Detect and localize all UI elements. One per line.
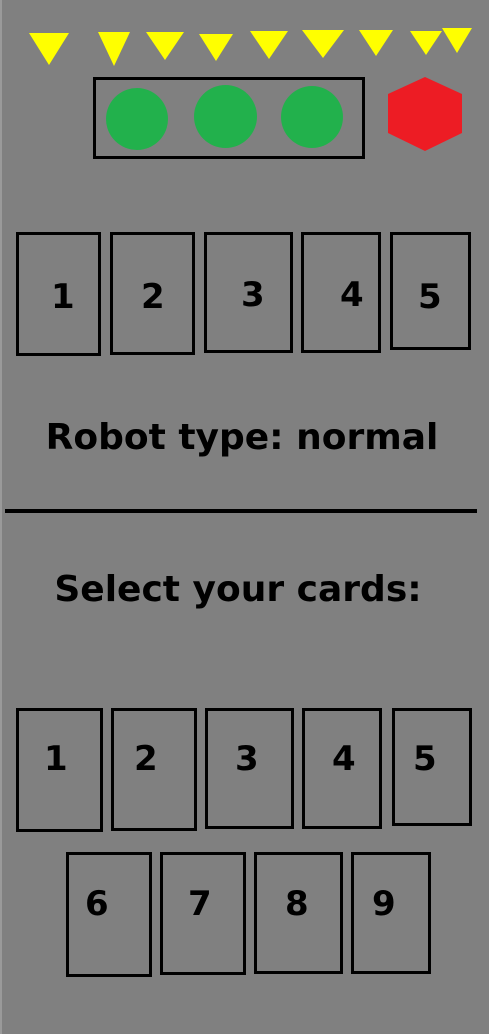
life-token-icon	[281, 86, 343, 148]
hand-card-9[interactable]: 9	[351, 852, 431, 974]
program-slot-number: 5	[418, 277, 442, 317]
hand-card-number: 8	[285, 884, 309, 924]
hand-card-2[interactable]: 2	[111, 708, 197, 831]
energy-triangle-icon	[146, 32, 184, 60]
hand-card-1[interactable]: 1	[16, 708, 103, 832]
hand-card-number: 5	[413, 739, 437, 779]
energy-triangle-icon	[98, 32, 130, 66]
energy-triangle-icon	[442, 28, 472, 53]
section-divider	[5, 509, 477, 513]
hand-card-number: 7	[188, 884, 212, 924]
hand-card-5[interactable]: 5	[392, 708, 472, 826]
hand-card-7[interactable]: 7	[160, 852, 246, 975]
hand-card-number: 1	[44, 739, 68, 779]
life-token-icon	[106, 88, 168, 150]
hand-card-number: 2	[134, 739, 158, 779]
hand-card-number: 6	[85, 884, 109, 924]
hand-card-8[interactable]: 8	[254, 852, 343, 974]
select-cards-heading: Select your cards:	[54, 569, 422, 610]
left-edge	[0, 0, 2, 1034]
hand-card-6[interactable]: 6	[66, 852, 152, 977]
energy-triangle-icon	[29, 33, 69, 65]
lives-panel	[93, 77, 365, 159]
program-slot-number: 3	[241, 275, 265, 315]
energy-triangle-icon	[410, 31, 442, 55]
energy-triangle-icon	[302, 30, 344, 58]
program-slot-number: 1	[51, 277, 75, 317]
robot-type-label: Robot type: normal	[45, 417, 439, 458]
hand-card-number: 3	[235, 739, 259, 779]
hand-card-number: 4	[332, 739, 356, 779]
energy-triangle-icon	[359, 30, 393, 56]
hand-card-3[interactable]: 3	[205, 708, 294, 829]
life-token-icon	[194, 85, 257, 148]
program-slot-1[interactable]: 1	[16, 232, 101, 356]
program-slot-number: 4	[340, 275, 364, 315]
energy-triangle-icon	[199, 34, 233, 61]
damage-hexagon-icon	[388, 77, 462, 151]
hand-card-4[interactable]: 4	[302, 708, 382, 829]
program-slot-2[interactable]: 2	[110, 232, 195, 355]
energy-triangle-icon	[250, 31, 288, 59]
program-slot-number: 2	[141, 277, 165, 317]
program-slot-4[interactable]: 4	[301, 232, 381, 353]
hand-card-number: 9	[372, 884, 396, 924]
program-slot-3[interactable]: 3	[204, 232, 293, 353]
program-slot-5[interactable]: 5	[390, 232, 471, 350]
